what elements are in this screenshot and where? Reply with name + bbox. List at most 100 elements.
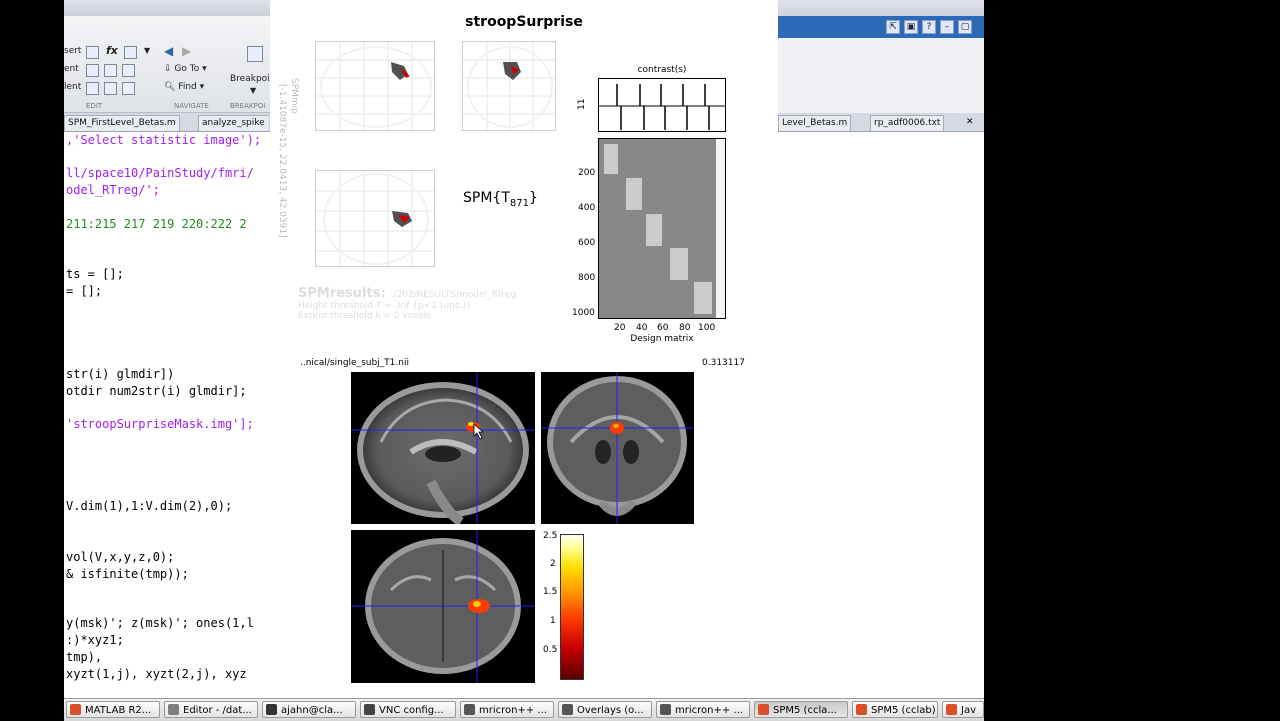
dropdown-arrow-icon[interactable]: ▼ (144, 46, 150, 55)
colorbar (560, 534, 584, 680)
matlab-right-window: ⇱ ▣ ? – ▢ Level_Betas.m rp_adf0006.txt ✕ (778, 0, 984, 698)
insert-label[interactable]: sert (64, 46, 81, 56)
right-editor-tabs: Level_Betas.m rp_adf0006.txt ✕ (778, 113, 984, 132)
code-line[interactable]: & isfinite(tmp)); (66, 567, 189, 581)
back-arrow-icon[interactable]: ◀ (164, 44, 173, 58)
comment-label[interactable]: ent (64, 64, 79, 74)
design-ytick-1000: 1000 (572, 308, 595, 318)
app-icon (364, 704, 375, 715)
spm-stat-prefix: SPM{T (463, 190, 510, 206)
code-area[interactable]: ,'Select statistic image'); ll/space10/Pa… (64, 131, 270, 698)
code-line[interactable]: 'stroopSurpriseMask.img']; (66, 417, 254, 431)
percent-icon[interactable] (86, 64, 99, 77)
breakpoints-dropdown-icon[interactable]: ▼ (250, 86, 256, 95)
code-line[interactable]: ts = []; (66, 267, 124, 281)
taskbar-item[interactable]: mricron++ ... (656, 701, 750, 718)
wrap-icon[interactable] (104, 64, 117, 77)
code-line[interactable]: vol(V,x,y,z,0); (66, 550, 174, 564)
section-breakpoints: BREAKPOI (230, 102, 266, 110)
contrast-label: contrast(s) (637, 65, 687, 75)
indent-icon[interactable] (86, 82, 99, 95)
goto-button[interactable]: ⇩ Go To ▾ (164, 64, 207, 74)
code-line[interactable]: :)*xyz1; (66, 633, 124, 647)
minimize-icon[interactable]: – (940, 20, 954, 34)
taskbar-item[interactable]: SPM5 (cclab) (852, 701, 938, 718)
spm-results-block: SPMresults: ./202/RESULTS/model_RTreg He… (298, 282, 578, 321)
taskbar-item-label: SPM5 (cclab) (871, 705, 936, 716)
extent-threshold: Extent threshold k = 0 voxels (298, 311, 431, 321)
code-line[interactable]: otdir num2str(i) glmdir]; (66, 384, 247, 398)
app-icon (946, 704, 957, 715)
colorbar-tick-0-5: 0.5 (543, 645, 558, 655)
right-ribbon (778, 38, 984, 114)
increase-indent-icon[interactable] (104, 82, 117, 95)
design-ytick-800: 800 (578, 273, 596, 283)
anatomical-file-label: ..nical/single_subj_T1.nii (300, 358, 409, 368)
taskbar-item-label: VNC config... (379, 705, 444, 716)
forward-arrow-icon[interactable]: ▶ (182, 44, 191, 58)
code-line[interactable]: y(msk)'; z(msk)'; ones(1,l (66, 616, 254, 630)
tab-spm-firstlevel-betas[interactable]: SPM_FirstLevel_Betas.m (64, 115, 180, 131)
taskbar-item-label: mricron++ ... (479, 705, 547, 716)
goto-icon: ⇩ (164, 64, 175, 74)
indent-label[interactable]: lent (64, 82, 81, 92)
mip-coronal[interactable] (462, 41, 556, 131)
code-line[interactable]: xyzt(1,j), xyzt(2,j), xyz (66, 667, 247, 681)
code-line[interactable]: V.dim(1),1:V.dim(2),0); (66, 499, 232, 513)
spm-figure-window: stroopSurprise SPMmip [-1.41087e-15, 22.… (270, 0, 778, 698)
help-icon[interactable]: ? (922, 20, 936, 34)
taskbar-item[interactable]: MATLAB R2... (66, 701, 160, 718)
app-icon (464, 704, 475, 715)
slice-sagittal[interactable] (351, 372, 535, 524)
breakpoints-label[interactable]: Breakpoi (230, 74, 270, 84)
lock-icon[interactable]: ▣ (904, 20, 918, 34)
design-ytick-200: 200 (578, 168, 596, 178)
slice-axial[interactable] (351, 530, 535, 683)
taskbar-item[interactable]: Jav (942, 701, 984, 718)
tab-analyze-spike[interactable]: analyze_spike (198, 115, 268, 131)
code-line[interactable]: odel_RTreg/'; (66, 183, 160, 197)
tab-close-icon[interactable]: ✕ (966, 117, 974, 127)
mip-sagittal[interactable] (315, 41, 435, 131)
taskbar-item[interactable]: VNC config... (360, 701, 456, 718)
goto-label: Go To (174, 64, 200, 74)
code-line[interactable]: ll/space10/PainStudy/fmri/ (66, 166, 254, 180)
taskbar-item[interactable]: Overlays (o... (558, 701, 652, 718)
format-icon[interactable] (124, 46, 137, 59)
taskbar: MATLAB R2... Editor - /dat... ajahn@cla...… (64, 698, 984, 721)
contrast-plot[interactable] (598, 78, 726, 132)
taskbar-item-label: ajahn@cla... (281, 705, 343, 716)
tab-level-betas[interactable]: Level_Betas.m (778, 115, 852, 131)
uncomment-icon[interactable] (122, 64, 135, 77)
taskbar-item-label: SPM5 (ccla... (773, 705, 837, 716)
design-matrix[interactable] (598, 138, 726, 319)
spmmip-label: SPMmip [-1.41087e-15, 22.0413, 42.0391] (275, 78, 311, 238)
breakpoints-icon[interactable] (247, 46, 263, 62)
taskbar-item[interactable]: SPM5 (ccla... (754, 701, 848, 718)
colorbar-tick-2: 2 (550, 559, 556, 569)
design-matrix-label: Design matrix (630, 334, 694, 344)
slice-coronal[interactable] (541, 372, 694, 524)
maximize-icon[interactable]: ▢ (958, 20, 972, 34)
taskbar-item-label: Jav (961, 705, 976, 716)
code-line[interactable]: ,'Select statistic image'); (66, 133, 261, 147)
fx-icon[interactable]: fx (106, 44, 118, 57)
code-line[interactable]: tmp), (66, 650, 102, 664)
mip-axial[interactable] (315, 170, 435, 267)
taskbar-item[interactable]: mricron++ ... (460, 701, 554, 718)
section-navigate: NAVIGATE (174, 102, 209, 110)
design-xtick-20: 20 (614, 323, 626, 333)
anatomical-value: 0.313117 (702, 358, 745, 368)
mip-coordinates: [-1.41087e-15, 22.0413, 42.0391] (277, 84, 287, 238)
code-line[interactable]: = []; (66, 284, 102, 298)
code-line[interactable]: 211:215 217 219 220:222 2 (66, 217, 247, 231)
insert-icon[interactable] (86, 46, 99, 59)
contrast-number: 11 (577, 98, 587, 110)
decrease-indent-icon[interactable] (122, 82, 135, 95)
taskbar-item[interactable]: ajahn@cla... (262, 701, 356, 718)
code-line[interactable]: str(i) glmdir]) (66, 367, 174, 381)
tab-rp-adf0006[interactable]: rp_adf0006.txt (870, 115, 945, 131)
taskbar-item[interactable]: Editor - /dat... (164, 701, 258, 718)
find-button[interactable]: 🔍︎ Find ▾ (164, 82, 204, 92)
undock-icon[interactable]: ⇱ (886, 20, 900, 34)
